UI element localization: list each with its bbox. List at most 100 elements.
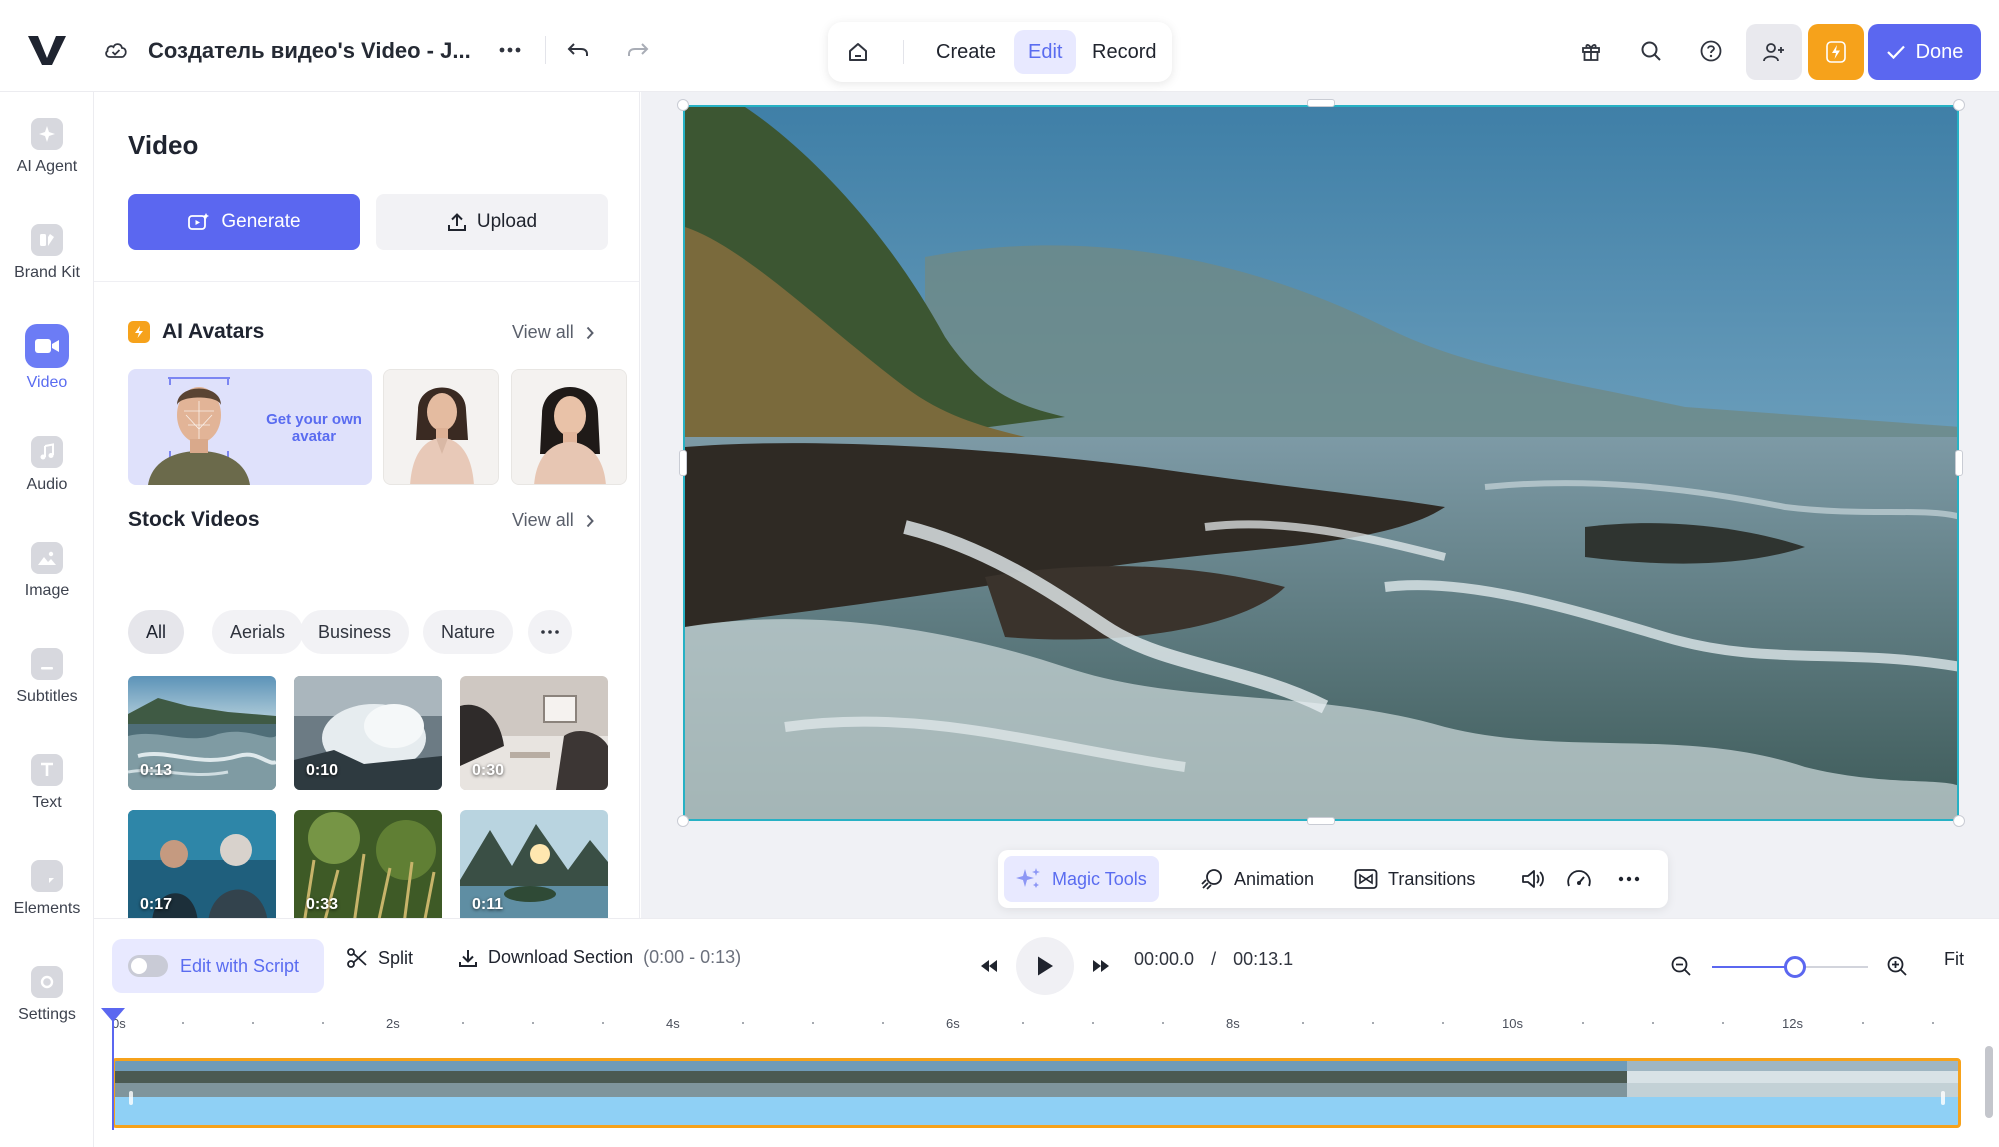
rail-label: Brand Kit [14, 264, 80, 281]
more-tools-button[interactable] [1606, 856, 1652, 902]
stock-video-thumb[interactable]: 0:11 [460, 810, 608, 918]
ruler-tick [1162, 1022, 1164, 1024]
rail-item-subtitles[interactable]: Subtitles [0, 622, 94, 718]
rail-item-settings[interactable]: Settings [0, 940, 94, 1036]
rail-item-text[interactable]: Text [0, 728, 94, 824]
rail-item-audio[interactable]: Audio [0, 410, 94, 506]
bottom-padding [94, 1130, 1999, 1147]
video-preview[interactable] [683, 105, 1959, 821]
gift-button[interactable] [1574, 34, 1608, 68]
left-navigation-rail: AI Agent Brand Kit Video Audio Image Sub… [0, 92, 94, 1147]
resize-handle-left[interactable] [679, 450, 687, 476]
upload-button[interactable]: Upload [376, 194, 608, 250]
tab-record[interactable]: Record [1078, 30, 1170, 74]
rail-item-ai-agent[interactable]: AI Agent [0, 92, 94, 188]
ruler-tick [1372, 1022, 1374, 1024]
filter-chip-all[interactable]: All [128, 610, 185, 654]
rail-item-elements[interactable]: Elements [0, 834, 94, 930]
tab-create[interactable]: Create [922, 30, 1010, 74]
volume-button[interactable] [1508, 856, 1558, 902]
zoom-slider-handle[interactable] [1784, 956, 1806, 978]
stock-video-thumb[interactable]: 0:30 [460, 676, 608, 790]
home-button[interactable] [842, 36, 874, 68]
undo-button[interactable] [560, 32, 596, 68]
edit-with-script-toggle[interactable]: Edit with Script [112, 939, 324, 993]
clip-filmstrip [115, 1061, 1958, 1097]
avatar-woman-image [512, 370, 626, 484]
more-options-button[interactable] [492, 32, 528, 68]
fit-button[interactable]: Fit [1944, 949, 1964, 970]
rail-label: Elements [13, 900, 81, 917]
rail-item-image[interactable]: Image [0, 516, 94, 612]
speedometer-icon [1567, 870, 1591, 887]
rewind-button[interactable] [974, 951, 1004, 981]
generate-button[interactable]: Generate [128, 194, 360, 250]
filter-more-button[interactable] [528, 610, 572, 654]
done-button[interactable]: Done [1868, 24, 1981, 80]
resize-handle-right[interactable] [1955, 450, 1963, 476]
resize-handle-bottom-right[interactable] [1953, 815, 1965, 827]
download-section-button[interactable]: Download Section (0:00 - 0:13) [458, 947, 741, 968]
resize-handle-top-left[interactable] [677, 99, 689, 111]
view-all-label: View all [512, 322, 574, 342]
toggle-switch[interactable] [128, 955, 168, 977]
resize-handle-top[interactable] [1307, 99, 1335, 107]
playhead-line[interactable] [112, 1010, 114, 1130]
help-button[interactable] [1694, 34, 1728, 68]
rail-label: Audio [26, 476, 68, 493]
zoom-in-button[interactable] [1882, 951, 1912, 981]
rail-item-brand-kit[interactable]: Brand Kit [0, 198, 94, 294]
panel-title: Video [128, 130, 199, 160]
subtitles-icon [31, 648, 63, 680]
zoom-slider-fill [1712, 966, 1788, 968]
stock-view-all-link[interactable]: View all [512, 510, 594, 531]
transitions-button[interactable]: Transitions [1342, 856, 1487, 902]
video-clip-track[interactable] [112, 1058, 1961, 1128]
get-own-avatar-card[interactable]: Get your own avatar [128, 369, 372, 485]
zoom-in-icon [1887, 956, 1907, 976]
timeline-ruler[interactable]: 0s 2s 4s 6s 8s 10s 12s [94, 1010, 1999, 1050]
filmstrip-frame [899, 1061, 955, 1097]
resize-handle-top-right[interactable] [1953, 99, 1965, 111]
document-title[interactable]: Создатель видео's Video - J... [148, 38, 471, 64]
animation-button[interactable]: Animation [1188, 856, 1326, 902]
text-icon [31, 754, 63, 786]
play-button[interactable] [1016, 937, 1074, 995]
top-bar: Создатель видео's Video - J... Create Ed… [0, 0, 1999, 92]
stock-video-thumb[interactable]: 0:33 [294, 810, 442, 918]
redo-button[interactable] [620, 32, 656, 68]
resize-handle-bottom[interactable] [1307, 817, 1335, 825]
avatar-card[interactable] [511, 369, 627, 485]
avatars-view-all-link[interactable]: View all [512, 322, 594, 343]
filter-chip-nature[interactable]: Nature [423, 610, 514, 654]
speed-button[interactable] [1554, 856, 1604, 902]
stock-video-thumb[interactable]: 0:17 [128, 810, 276, 918]
stock-video-thumb[interactable]: 0:10 [294, 676, 442, 790]
ruler-tick [1932, 1022, 1934, 1024]
avatar-card[interactable] [383, 369, 499, 485]
magic-tools-button[interactable]: Magic Tools [1004, 856, 1159, 902]
download-icon [459, 949, 477, 967]
clip-trim-handle-right[interactable] [1941, 1091, 1945, 1105]
search-button[interactable] [1634, 34, 1668, 68]
zoom-out-button[interactable] [1666, 951, 1696, 981]
filter-chip-business[interactable]: Business [300, 610, 410, 654]
get-avatar-text: Get your own avatar [266, 411, 362, 445]
filmstrip-frame [1907, 1061, 1958, 1097]
timeline-scrollbar[interactable] [1985, 1046, 1993, 1118]
edit-with-script-label: Edit with Script [180, 955, 300, 976]
stock-video-thumb[interactable]: 0:13 [128, 676, 276, 790]
filter-chip-aerials[interactable]: Aerials [212, 610, 304, 654]
invite-collaborator-button[interactable] [1746, 24, 1802, 80]
app-logo-icon[interactable] [26, 32, 68, 68]
rail-item-video[interactable]: Video [0, 304, 94, 400]
clip-trim-handle-left[interactable] [129, 1091, 133, 1105]
playhead-handle[interactable] [101, 1008, 125, 1022]
ruler-tick [742, 1022, 744, 1024]
split-button[interactable]: Split [346, 947, 413, 969]
fast-forward-button[interactable] [1086, 951, 1116, 981]
upgrade-button[interactable] [1808, 24, 1864, 80]
tab-edit[interactable]: Edit [1014, 30, 1077, 74]
ruler-label: 8s [1226, 1016, 1240, 1031]
resize-handle-bottom-left[interactable] [677, 815, 689, 827]
